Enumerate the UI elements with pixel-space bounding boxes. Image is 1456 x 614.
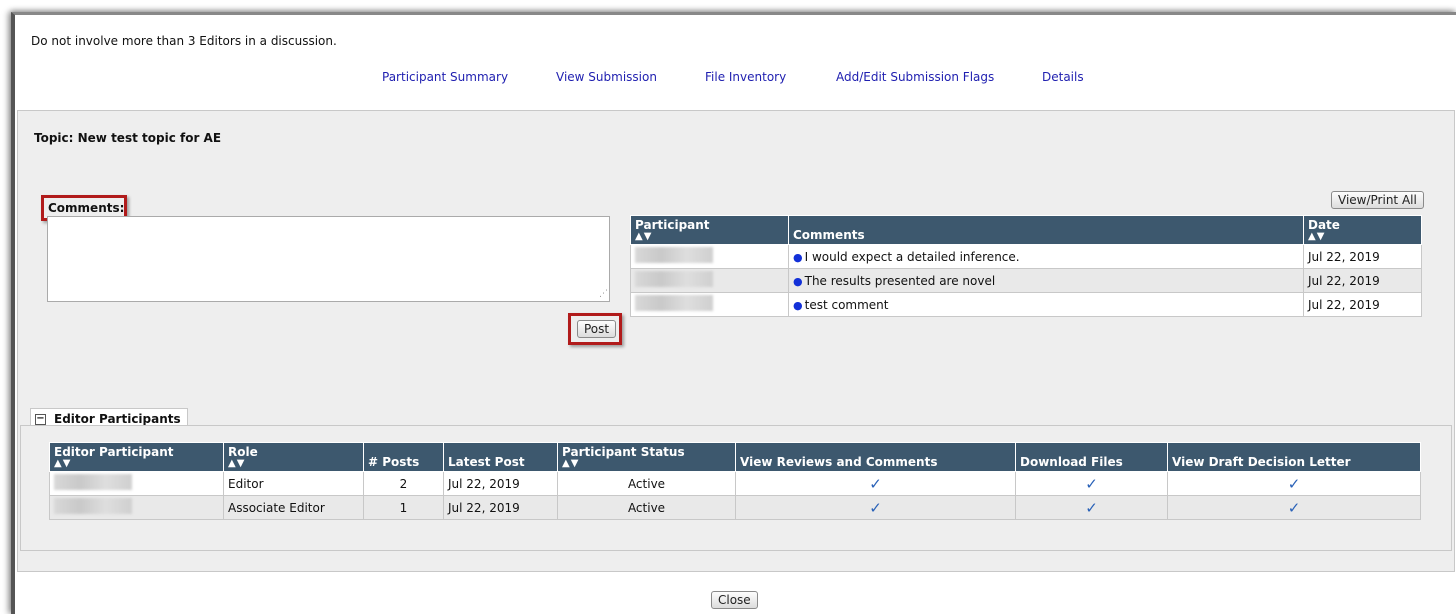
post-button[interactable]: Post — [577, 320, 617, 338]
date-cell: Jul 22, 2019 — [1303, 268, 1422, 293]
participant-column-header[interactable]: Participant ▲▼ — [630, 215, 789, 245]
role-column-header[interactable]: Role ▲▼ — [223, 442, 364, 472]
view-reviews-cell: ✓ — [735, 495, 1016, 520]
checkmark-icon: ✓ — [869, 498, 882, 517]
comments-input[interactable] — [47, 216, 610, 302]
checkmark-icon: ✓ — [1287, 474, 1301, 493]
sort-arrows-icon[interactable]: ▲▼ — [635, 232, 784, 242]
view-print-all-button[interactable]: View/Print All — [1331, 191, 1424, 209]
comments-table-header: Participant ▲▼ Comments Date ▲▼ — [630, 215, 1422, 245]
date-cell: Jul 22, 2019 — [1303, 292, 1422, 317]
redacted-name — [635, 247, 713, 263]
latest-post-column-header: Latest Post — [443, 442, 558, 472]
editor-row: Associate Editor 1 Jul 22, 2019 Active ✓… — [49, 495, 1421, 520]
download-files-cell: ✓ — [1015, 495, 1168, 520]
date-cell: Jul 22, 2019 — [1303, 244, 1422, 269]
role-cell: Editor — [223, 471, 364, 496]
draft-letter-column-header: View Draft Decision Letter — [1167, 442, 1421, 472]
download-files-column-header: Download Files — [1015, 442, 1168, 472]
participant-name-redacted — [630, 268, 789, 293]
comment-row: ● The results presented are novel Jul 22,… — [630, 268, 1422, 293]
download-files-cell: ✓ — [1015, 471, 1168, 496]
redacted-name — [54, 474, 132, 490]
latest-post-cell: Jul 22, 2019 — [443, 495, 558, 520]
collapse-toggle-icon[interactable]: − — [35, 414, 46, 425]
comments-column-header: Comments — [788, 215, 1304, 245]
redacted-name — [54, 498, 132, 514]
sort-arrows-icon[interactable]: ▲▼ — [1308, 232, 1417, 242]
comment-cell: ● test comment — [788, 292, 1304, 317]
submission-flags-link[interactable]: Add/Edit Submission Flags — [836, 70, 994, 84]
bullet-icon: ● — [793, 250, 803, 264]
editor-row: Editor 2 Jul 22, 2019 Active ✓ ✓ ✓ — [49, 471, 1421, 496]
bullet-icon: ● — [793, 298, 803, 312]
editor-participants-table: Editor Participant ▲▼ Role ▲▼ # Posts La… — [49, 442, 1421, 520]
participant-name-redacted — [630, 292, 789, 317]
participant-summary-link[interactable]: Participant Summary — [382, 70, 508, 84]
discussion-window: Do not involve more than 3 Editors in a … — [11, 12, 1456, 614]
checkmark-icon: ✓ — [869, 474, 882, 493]
checkmark-icon: ✓ — [1085, 498, 1098, 517]
comment-cell: ● I would expect a detailed inference. — [788, 244, 1304, 269]
resize-grip-icon[interactable]: ⋰ — [599, 289, 608, 299]
redacted-name — [635, 271, 713, 287]
participant-name-redacted — [630, 244, 789, 269]
view-reviews-cell: ✓ — [735, 471, 1016, 496]
editor-table-header: Editor Participant ▲▼ Role ▲▼ # Posts La… — [49, 442, 1421, 472]
latest-post-cell: Jul 22, 2019 — [443, 471, 558, 496]
editor-name-redacted — [49, 495, 224, 520]
sort-arrows-icon[interactable]: ▲▼ — [54, 459, 219, 469]
file-inventory-link[interactable]: File Inventory — [705, 70, 786, 84]
checkmark-icon: ✓ — [1085, 474, 1098, 493]
details-link[interactable]: Details — [1042, 70, 1084, 84]
editor-limit-notice: Do not involve more than 3 Editors in a … — [31, 34, 337, 48]
role-cell: Associate Editor — [223, 495, 364, 520]
top-navigation: Participant Summary View Submission File… — [15, 70, 1456, 92]
posts-column-header: # Posts — [363, 442, 444, 472]
posts-cell: 2 — [363, 471, 444, 496]
discussion-panel: Topic: New test topic for AE Comments: ⋰… — [17, 110, 1455, 572]
editor-name-redacted — [49, 471, 224, 496]
editor-participants-panel: Editor Participant ▲▼ Role ▲▼ # Posts La… — [20, 425, 1452, 551]
checkmark-icon: ✓ — [1287, 498, 1301, 517]
view-reviews-column-header: View Reviews and Comments — [735, 442, 1016, 472]
editor-participants-title: Editor Participants — [54, 412, 181, 426]
post-button-highlight: Post — [568, 313, 622, 345]
view-submission-link[interactable]: View Submission — [556, 70, 657, 84]
participant-status-column-header[interactable]: Participant Status ▲▼ — [557, 442, 736, 472]
status-cell: Active — [557, 471, 736, 496]
bullet-icon: ● — [793, 274, 803, 288]
sort-arrows-icon[interactable]: ▲▼ — [228, 459, 359, 469]
comments-table: Participant ▲▼ Comments Date ▲▼ ● I would… — [630, 215, 1422, 317]
comment-row: ● I would expect a detailed inference. Ju… — [630, 244, 1422, 269]
draft-letter-cell: ✓ — [1167, 495, 1421, 520]
topic-title: Topic: New test topic for AE — [34, 131, 222, 145]
date-column-header[interactable]: Date ▲▼ — [1303, 215, 1422, 245]
status-cell: Active — [557, 495, 736, 520]
close-button[interactable]: Close — [711, 591, 758, 609]
posts-cell: 1 — [363, 495, 444, 520]
redacted-name — [635, 295, 713, 311]
comment-row: ● test comment Jul 22, 2019 — [630, 292, 1422, 317]
draft-letter-cell: ✓ — [1167, 471, 1421, 496]
comment-cell: ● The results presented are novel — [788, 268, 1304, 293]
sort-arrows-icon[interactable]: ▲▼ — [562, 459, 731, 469]
editor-participant-column-header[interactable]: Editor Participant ▲▼ — [49, 442, 224, 472]
